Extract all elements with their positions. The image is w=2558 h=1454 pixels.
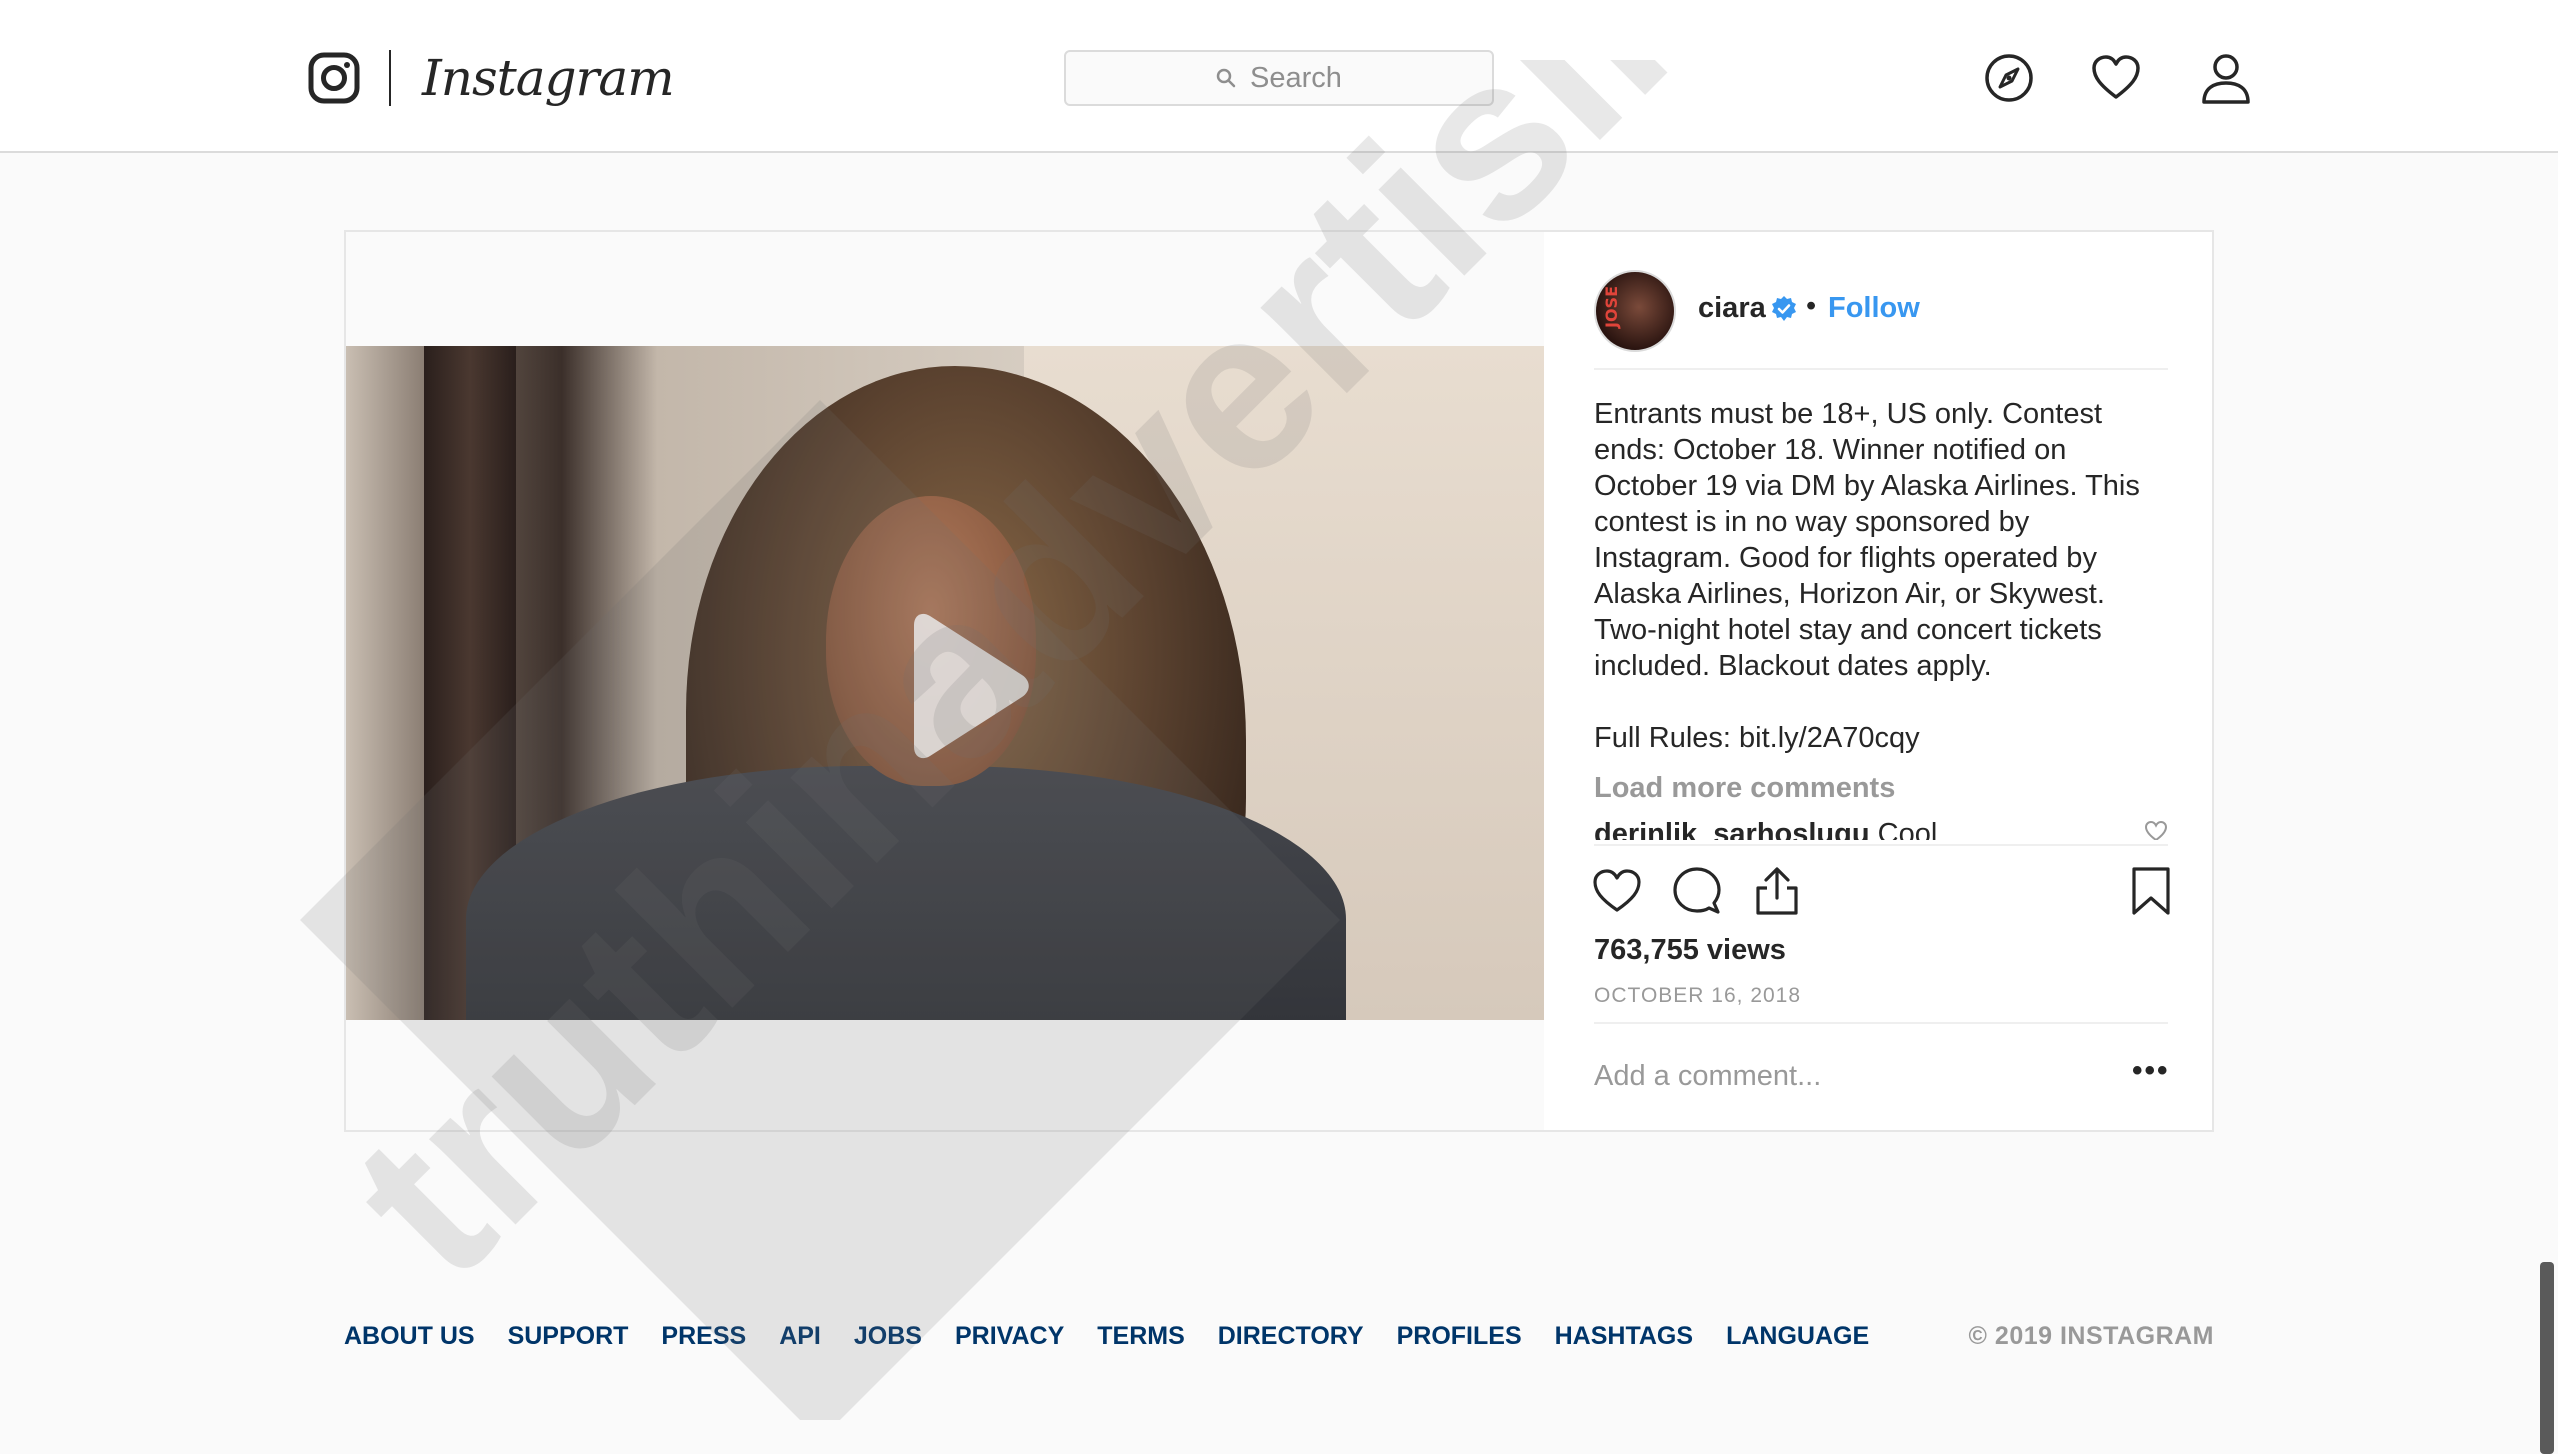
footer-link-api[interactable]: API — [779, 1322, 821, 1351]
compass-icon[interactable] — [1983, 52, 2035, 104]
heart-icon[interactable] — [2090, 52, 2142, 104]
copyright: © 2019 INSTAGRAM — [1968, 1322, 2214, 1350]
play-icon[interactable] — [894, 611, 1034, 761]
caption-area: Entrants must be 18+, US only. Contest e… — [1594, 396, 2168, 1076]
comment-divider — [1594, 1022, 2168, 1024]
username-link[interactable]: ciara — [1698, 292, 1766, 325]
speech-bubble-icon[interactable] — [1672, 866, 1722, 916]
avatar-text: JOSE — [1602, 285, 1621, 328]
search-input[interactable]: Search — [1064, 50, 1494, 106]
video-subject-body — [466, 766, 1346, 1020]
footer-link-press[interactable]: PRESS — [661, 1322, 746, 1351]
more-options-button[interactable]: ••• — [2132, 1054, 2170, 1088]
footer-link-privacy[interactable]: PRIVACY — [955, 1322, 1064, 1351]
caption-text: Entrants must be 18+, US only. Contest e… — [1594, 398, 2140, 754]
footer-link-hashtags[interactable]: HASHTAGS — [1555, 1322, 1693, 1351]
post-media — [346, 232, 1544, 1130]
comment-text: Cool — [1877, 818, 1938, 840]
footer-link-support[interactable]: SUPPORT — [508, 1322, 629, 1351]
actions-divider — [1594, 844, 2168, 846]
logo-divider — [389, 50, 391, 106]
add-comment-input[interactable]: Add a comment... — [1594, 1060, 1821, 1093]
footer-link-profiles[interactable]: PROFILES — [1397, 1322, 1522, 1351]
search-icon — [1216, 68, 1236, 88]
video-player[interactable] — [346, 346, 1544, 1020]
separator-dot: • — [1806, 290, 1817, 322]
top-navigation-bar: Instagram Search — [0, 0, 2558, 153]
post-header: JOSE ciara • Follow — [1594, 268, 2168, 370]
instagram-wordmark[interactable]: Instagram — [422, 40, 675, 116]
footer-link-jobs[interactable]: JOBS — [854, 1322, 922, 1351]
post-date[interactable]: OCTOBER 16, 2018 — [1594, 984, 1801, 1008]
heart-outline-icon[interactable] — [2144, 820, 2168, 840]
footer-link-terms[interactable]: TERMS — [1097, 1322, 1185, 1351]
bookmark-icon[interactable] — [2126, 866, 2176, 916]
footer-links: ABOUT US SUPPORT PRESS API JOBS PRIVACY TERMS D… — [344, 1322, 1869, 1351]
verified-badge-icon — [1772, 296, 1796, 321]
view-count[interactable]: 763,755 views — [1594, 934, 1786, 967]
search-placeholder: Search — [1250, 61, 1342, 94]
footer-link-about-us[interactable]: ABOUT US — [344, 1322, 475, 1351]
share-upload-icon[interactable] — [1752, 866, 1802, 916]
footer-link-directory[interactable]: DIRECTORY — [1218, 1322, 1364, 1351]
scrollbar-thumb[interactable] — [2540, 1262, 2554, 1454]
load-more-comments-button[interactable]: Load more comments — [1594, 772, 1895, 805]
footer: ABOUT US SUPPORT PRESS API JOBS PRIVACY TERMS D… — [344, 1322, 2214, 1362]
post-sidebar: JOSE ciara • Follow Entrants must be 18+… — [1546, 232, 2212, 1130]
heart-outline-icon[interactable] — [1592, 866, 1642, 916]
comment-row: derinlik_sarhosluqu Cool — [1594, 816, 2168, 840]
follow-button[interactable]: Follow — [1828, 292, 1920, 325]
person-icon[interactable] — [2200, 52, 2252, 104]
footer-link-language[interactable]: LANGUAGE — [1726, 1322, 1869, 1351]
avatar[interactable]: JOSE — [1594, 270, 1676, 352]
instagram-camera-icon[interactable] — [308, 52, 360, 104]
comment-username[interactable]: derinlik_sarhosluqu — [1594, 818, 1870, 840]
post-card: JOSE ciara • Follow Entrants must be 18+… — [344, 230, 2214, 1132]
